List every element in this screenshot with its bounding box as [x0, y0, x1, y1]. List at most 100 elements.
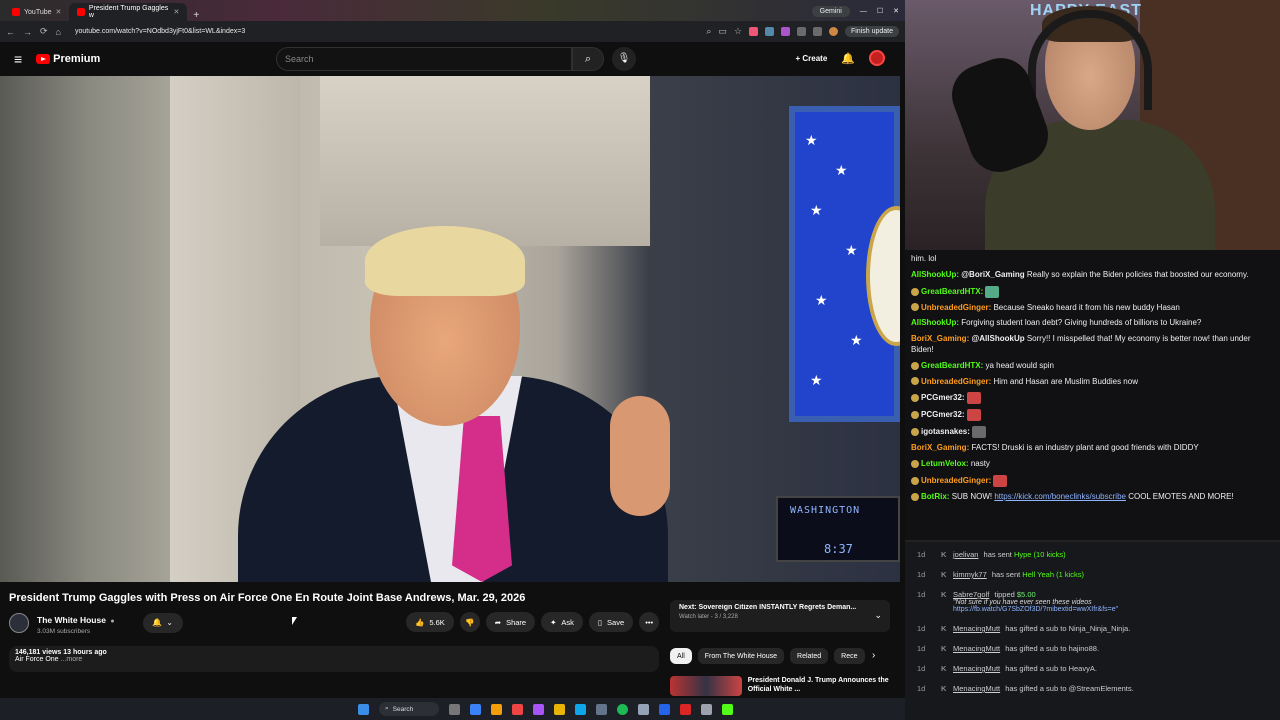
save-button[interactable]: ▯ Save — [588, 612, 634, 632]
chat-username[interactable]: PCGmer32: — [921, 393, 965, 402]
like-button[interactable]: 👍 5.6K — [406, 612, 454, 632]
chat-message: BoriX_Gaming: @AllShookUp Sorry!! I miss… — [911, 334, 1274, 356]
chat-username[interactable]: AllShookUp: — [911, 270, 959, 279]
share-button[interactable]: ➦ Share — [485, 612, 536, 632]
finish-update-button[interactable]: Finish update — [844, 26, 899, 37]
close-tab-icon[interactable]: ✕ — [56, 8, 62, 16]
channel-name[interactable]: The White House — [37, 615, 106, 625]
reload-icon[interactable]: ⟳ — [40, 26, 48, 37]
url-field[interactable]: youtube.com/watch?v=NOdbd3yjFt0&list=WL&… — [75, 28, 698, 35]
minimize-icon[interactable]: — — [860, 8, 867, 15]
extension-icon[interactable] — [748, 27, 758, 36]
channel-avatar[interactable] — [9, 612, 29, 633]
bookmark-star-icon[interactable]: ☆ — [734, 26, 742, 37]
account-avatar[interactable] — [869, 50, 885, 66]
dislike-button[interactable]: 👎 — [459, 612, 480, 632]
chat-username[interactable]: BoriX_Gaming: — [911, 334, 969, 343]
close-window-icon[interactable]: ✕ — [893, 7, 899, 15]
zoom-icon[interactable]: ⌕ — [706, 26, 711, 37]
ask-button[interactable]: ✦ Ask — [541, 612, 583, 632]
up-next-box[interactable]: Next: Sovereign Citizen INSTANTLY Regret… — [670, 600, 890, 632]
event-username[interactable]: MenacingMutt — [953, 644, 1000, 653]
file-explorer-icon[interactable] — [554, 703, 565, 715]
tip-link[interactable]: https://fb.watch/G7SbZOf3D/?mibextid=wwX… — [953, 606, 1118, 613]
chevron-down-icon[interactable]: ⌄ — [874, 610, 882, 621]
event-username[interactable]: joelivan — [953, 550, 978, 559]
back-icon[interactable]: ← — [6, 27, 15, 37]
chat-link[interactable]: https://kick.com/boneclinks/subscribe — [994, 492, 1126, 501]
app-icon[interactable] — [491, 703, 502, 715]
app-icon[interactable] — [659, 703, 670, 715]
app-icon[interactable] — [533, 703, 544, 715]
chat-username[interactable]: GreatBeardHTX: — [921, 287, 983, 296]
chat-username[interactable]: AllShookUp: — [911, 318, 959, 327]
event-highlight: Hype (10 kicks) — [1013, 550, 1066, 559]
new-tab-icon[interactable]: + — [187, 10, 205, 21]
search-icon: ⌕ — [584, 53, 592, 65]
description-box[interactable]: 146,181 views 13 hours ago Air Force One… — [9, 646, 659, 672]
notifications-bell-icon[interactable]: 🔔 — [841, 52, 855, 65]
app-icon[interactable] — [575, 703, 586, 715]
chat-username[interactable]: UnbreadedGinger: — [921, 476, 991, 485]
event-username[interactable]: MenacingMutt — [953, 624, 1000, 633]
app-icon[interactable] — [701, 703, 712, 715]
menu-icon[interactable]: ≡ — [14, 51, 22, 67]
chip-recent[interactable]: Rece — [834, 648, 865, 664]
event-username[interactable]: MenacingMutt — [953, 664, 1000, 673]
create-button[interactable]: + Create — [795, 54, 827, 63]
chat-mention[interactable]: @AllShookUp — [971, 334, 1024, 343]
event-username[interactable]: Sabre7golf — [953, 590, 989, 599]
event-action: has sent — [981, 550, 1014, 559]
taskbar-search[interactable]: ⌕ Search — [379, 702, 439, 716]
chat-username[interactable]: igotasnakes: — [921, 427, 970, 436]
app-icon[interactable] — [638, 703, 649, 715]
chat-username[interactable]: BotRix: — [921, 492, 949, 501]
cast-icon[interactable]: ▭ — [718, 26, 727, 37]
chat-message: BotRix: SUB NOW! https://kick.com/bonecl… — [911, 492, 1274, 503]
more-actions-button[interactable]: ••• — [639, 612, 660, 632]
chat-username[interactable]: BoriX_Gaming: — [911, 443, 969, 452]
app-icon[interactable] — [596, 703, 607, 715]
video-player[interactable]: ★ ★ ★ ★ ★ ★ ★ WASHINGTON 8:37 — [0, 76, 900, 582]
app-icon[interactable] — [512, 703, 523, 715]
youtube-logo[interactable]: Premium — [36, 53, 100, 65]
more-link[interactable]: ...more — [61, 656, 83, 663]
extension-icon[interactable] — [812, 27, 822, 36]
search-input[interactable]: Search — [276, 47, 572, 71]
chat-username[interactable]: UnbreadedGinger: — [921, 303, 991, 312]
event-username[interactable]: kimmyk77 — [953, 570, 987, 579]
home-icon[interactable]: ⌂ — [56, 27, 61, 37]
maximize-icon[interactable]: ☐ — [877, 7, 883, 15]
chip-related[interactable]: Related — [790, 648, 829, 664]
chat-username[interactable]: UnbreadedGinger: — [921, 377, 991, 386]
gemini-button[interactable]: Gemini — [811, 5, 850, 17]
event-username[interactable]: MenacingMutt — [953, 684, 1000, 693]
kick-icon[interactable] — [722, 703, 733, 715]
chevron-right-icon[interactable]: › — [872, 650, 875, 661]
kick-icon: K — [941, 644, 947, 653]
chip-all[interactable]: All — [670, 648, 692, 664]
tab-youtube[interactable]: YouTube ✕ — [4, 3, 69, 21]
recommended-video[interactable]: President Donald J. Trump Announces the … — [670, 676, 900, 696]
app-icon[interactable] — [680, 703, 691, 715]
youtube-favicon-icon — [12, 8, 20, 16]
app-icon[interactable] — [470, 703, 481, 715]
spotify-icon[interactable] — [617, 703, 628, 715]
chat-username[interactable]: PCGmer32: — [921, 410, 965, 419]
close-tab-icon[interactable]: ✕ — [174, 8, 180, 16]
chat-mention[interactable]: @BoriX_Gaming — [961, 270, 1024, 279]
chat-username[interactable]: LetumVelox: — [921, 459, 969, 468]
extension-icon[interactable] — [764, 27, 774, 36]
search-button[interactable]: ⌕ — [572, 47, 604, 71]
chat-username[interactable]: GreatBeardHTX: — [921, 361, 983, 370]
windows-start-icon[interactable] — [358, 703, 369, 715]
chip-from-the-white-house[interactable]: From The White House — [697, 648, 785, 664]
profile-avatar-icon[interactable] — [828, 27, 838, 36]
forward-icon[interactable]: → — [23, 27, 32, 37]
extension-icon[interactable] — [796, 27, 806, 36]
extension-icon[interactable] — [780, 27, 790, 36]
subscription-bell-button[interactable]: 🔔 ⌄ — [142, 612, 183, 633]
taskview-icon[interactable] — [449, 703, 460, 715]
voice-search-button[interactable]: 🎙 — [612, 47, 636, 71]
tab-video[interactable]: President Trump Gaggles w ✕ — [69, 3, 188, 21]
